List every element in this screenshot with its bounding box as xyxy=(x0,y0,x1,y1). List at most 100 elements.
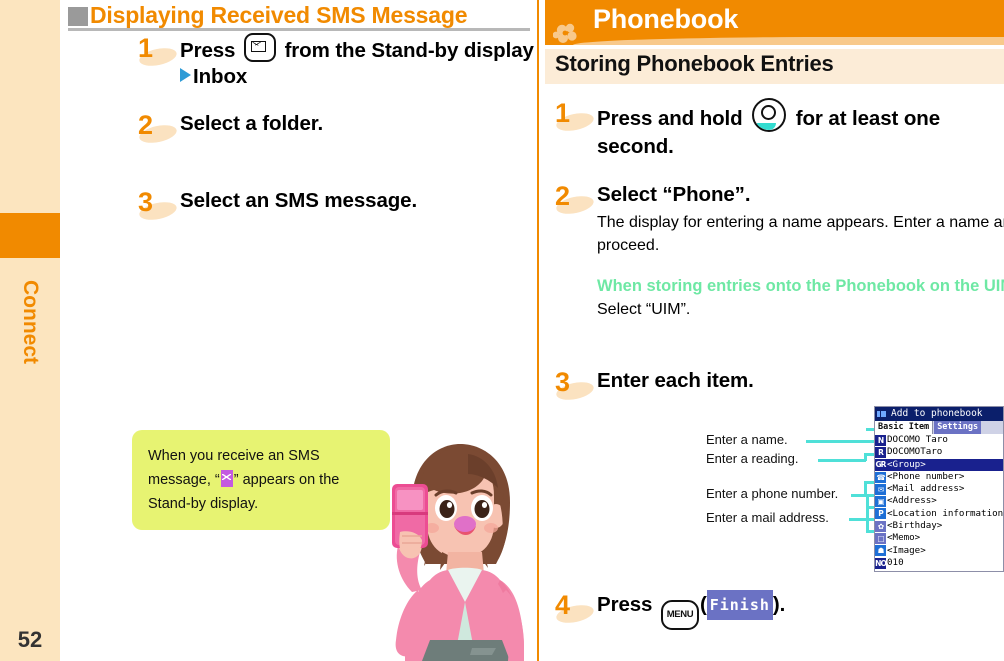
phone-screen-row[interactable]: □ <Memo> xyxy=(875,532,1003,545)
row-field-text: DOCOMO Taro xyxy=(887,434,948,445)
step-number: 1 xyxy=(138,33,154,63)
step-heading-post: for at least one xyxy=(795,107,940,130)
step-heading-pre: Press and hold xyxy=(597,107,743,130)
sms-envelope-icon xyxy=(220,470,233,487)
menu-key-icon: MENU xyxy=(660,600,699,630)
step-number: 4 xyxy=(555,590,571,620)
row-field-icon: NO xyxy=(875,557,887,569)
row-field-icon: ✿ xyxy=(875,520,886,532)
row-field-icon: □ xyxy=(875,533,886,545)
left-page-title: Displaying Received SMS Message xyxy=(68,2,530,30)
phone-screen-row[interactable]: GR <Group> xyxy=(875,458,1003,471)
left-page-title-text: Displaying Received SMS Message xyxy=(90,2,468,28)
step-heading-line2: Inbox xyxy=(180,63,534,91)
woman-with-phone-illustration xyxy=(392,444,524,661)
nav-teal-highlight xyxy=(757,123,777,130)
phone-screen-row[interactable]: P <Location information> xyxy=(875,507,1004,521)
step-body: Enter each item. xyxy=(597,367,754,395)
step-heading: Select “Phone”. xyxy=(597,183,751,206)
row-field-text: <Mail address> xyxy=(887,483,965,495)
row-field-icon: ☗ xyxy=(875,545,886,557)
column-divider xyxy=(537,0,539,661)
tab-settings[interactable]: Settings xyxy=(934,421,982,434)
leader-label-name: Enter a name. xyxy=(706,432,788,447)
row-field-icon: GR xyxy=(875,459,886,471)
green-subheading: When storing entries onto the Phonebook … xyxy=(597,277,1004,295)
envelope-key-icon xyxy=(243,33,276,62)
step-number: 3 xyxy=(555,367,571,397)
flower-icon xyxy=(553,23,577,43)
row-field-text: <Phone number> xyxy=(887,470,965,482)
softkey-label: Finish xyxy=(706,590,773,620)
phone-screen-titlebar: Add to phonebook xyxy=(875,407,1003,421)
sidebar-chapter-marker xyxy=(0,213,60,258)
leader-label-mail: Enter a mail address. xyxy=(706,510,829,525)
step-body: Select an SMS message. xyxy=(180,187,417,215)
sidebar-chapter-label: Connect xyxy=(19,280,42,364)
page-number: 52 xyxy=(17,627,43,652)
phone-screen-row[interactable]: NO 010 xyxy=(875,556,1003,570)
row-field-text: <Birthday> xyxy=(887,520,943,532)
row-field-text: 010 xyxy=(887,556,904,568)
step-body: Press MENU(Finish). xyxy=(597,590,785,630)
section-title: Storing Phonebook Entries xyxy=(555,51,834,76)
leader-line-reading xyxy=(818,459,866,462)
banner-swoosh-decoration xyxy=(573,37,1004,45)
chapter-title: Phonebook xyxy=(593,4,739,34)
row-field-icon: R xyxy=(875,446,886,458)
step-subtext: The display for entering a name appears.… xyxy=(597,214,1004,254)
paren-open: ( xyxy=(699,593,707,616)
step-heading: Press and hold for at least one xyxy=(597,98,1001,133)
title-underline-rule xyxy=(68,28,530,31)
phone-screen-row[interactable]: ☗ <Image> xyxy=(875,544,1003,557)
phone-screen-row[interactable]: N DOCOMO Taro xyxy=(875,434,1003,447)
step-number: 1 xyxy=(555,98,571,128)
step-heading-post: from the Stand-by display xyxy=(284,39,534,62)
leader-label-reading: Enter a reading. xyxy=(706,451,799,466)
phone-screen-row[interactable]: ✉ <Mail address> xyxy=(875,483,1003,496)
leader-label-phone: Enter a phone number. xyxy=(706,486,839,501)
phone-screen-mockup: Add to phonebook Basic Item Settings N DO… xyxy=(874,406,1004,572)
row-field-icon: N xyxy=(875,434,886,446)
tab-filler xyxy=(981,421,1003,434)
phone-screen-title: Add to phonebook xyxy=(891,408,983,419)
nav-inner-ring xyxy=(761,105,777,120)
phone-screen-row-list: N DOCOMO Taro R DOCOMOTaro GR <Group> ☎ <Phone … xyxy=(875,434,1004,570)
row-field-text: <Memo> xyxy=(887,532,921,544)
phone-screen-row[interactable]: R DOCOMOTaro xyxy=(875,446,1003,459)
step-heading-pre: Press xyxy=(180,39,236,62)
step-number: 2 xyxy=(138,110,154,140)
step-body: Press and hold for at least one second. xyxy=(597,98,1001,161)
step-heading: Press MENU(Finish). xyxy=(597,590,785,630)
blue-triangle-icon xyxy=(180,68,191,82)
sms-callout-bubble: When you receive an SMS message, “ ” appe… xyxy=(132,430,390,530)
green-subtext: Select “UIM”. xyxy=(597,301,691,318)
callout-line-3: Stand-by display. xyxy=(148,496,259,512)
step-heading: Select an SMS message. xyxy=(180,189,418,212)
step-number: 2 xyxy=(555,181,571,211)
row-field-text: <Location information> xyxy=(887,507,1004,519)
tab-basic-item[interactable]: Basic Item xyxy=(875,421,934,434)
title-square-bullet-icon xyxy=(68,7,88,26)
row-field-text: <Address> xyxy=(887,495,937,507)
step-heading: Select a folder. xyxy=(180,112,324,135)
callout-line-2: message, “ ” appears on the xyxy=(148,468,376,492)
row-field-text: <Group> xyxy=(887,458,926,470)
row-field-icon: ✉ xyxy=(875,483,886,495)
nav-circle-key-icon xyxy=(752,98,787,132)
step-heading-line2: second. xyxy=(597,135,674,158)
callout-line-2-pre: message, “ xyxy=(148,472,220,488)
step-heading-line2-text: Inbox xyxy=(193,65,248,88)
callout-line-1: When you receive an SMS xyxy=(148,448,320,464)
step-heading: Enter each item. xyxy=(597,369,754,392)
row-field-icon: P xyxy=(875,508,886,520)
step-number: 3 xyxy=(138,187,154,217)
leader-line-name xyxy=(806,440,874,443)
row-field-text: <Image> xyxy=(887,544,926,556)
step-heading: Press from the Stand-by display xyxy=(180,33,534,65)
phone-screen-row[interactable]: ☎ <Phone number> xyxy=(875,470,1003,484)
phone-screen-row[interactable]: ▣ <Address> xyxy=(875,495,1003,508)
phone-screen-tabs: Basic Item Settings xyxy=(875,421,1003,434)
step-heading-pre: Press xyxy=(597,593,653,616)
phone-screen-row[interactable]: ✿ <Birthday> xyxy=(875,520,1003,533)
